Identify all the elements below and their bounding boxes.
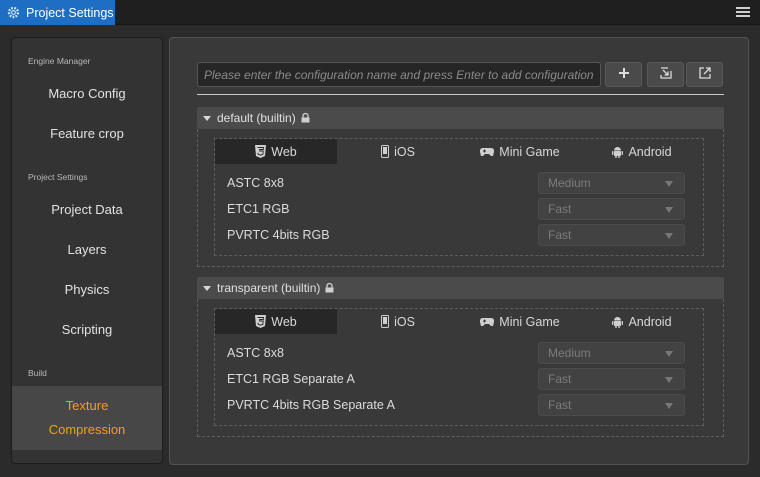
caret-down-icon (203, 115, 211, 121)
toolbar-divider (197, 94, 724, 95)
plus-icon (618, 66, 630, 84)
phone-icon (381, 315, 390, 328)
section-project-settings: Project Settings (28, 172, 88, 182)
format-row: ASTC 8x8 Medium (215, 170, 703, 196)
export-icon (698, 66, 711, 84)
tab-web[interactable]: Web (215, 309, 337, 334)
sidebar-item-macro-config[interactable]: Macro Config (12, 73, 162, 113)
dropdown-arrow-icon (665, 403, 673, 409)
section-engine-manager: Engine Manager (28, 56, 91, 66)
title-bar: Project Settings (0, 0, 760, 25)
settings-sidebar: Engine Manager Macro Config Feature crop… (11, 37, 163, 464)
tab-mini-game[interactable]: Mini Game (459, 309, 581, 334)
quality-value: Medium (548, 176, 591, 190)
quality-value: Fast (548, 202, 572, 216)
config-name-input[interactable] (197, 62, 601, 87)
tab-android[interactable]: Android (581, 309, 703, 334)
import-config-button[interactable] (647, 62, 684, 87)
format-row: ETC1 RGB Separate A Fast (215, 366, 703, 392)
group-body-transparent: Web iOS Mini Game Android ASTC 8x8 Mediu… (197, 299, 724, 437)
group-title: default (builtin) (217, 111, 296, 125)
dropdown-arrow-icon (665, 233, 673, 239)
format-row: ASTC 8x8 Medium (215, 340, 703, 366)
group-body-default: Web iOS Mini Game Android ASTC 8x8 Mediu… (197, 129, 724, 267)
sidebar-item-label-line2: Compression (48, 422, 126, 437)
format-label: PVRTC 4bits RGB (227, 228, 330, 242)
export-config-button[interactable] (686, 62, 723, 87)
tab-ios[interactable]: iOS (337, 309, 459, 334)
texture-compression-panel: default (builtin) Web iOS Mini Game (169, 37, 749, 465)
platform-tabs: Web iOS Mini Game Android (215, 139, 703, 164)
format-label: ETC1 RGB Separate A (227, 372, 355, 386)
sidebar-item-feature-crop[interactable]: Feature crop (12, 113, 162, 153)
quality-value: Fast (548, 228, 572, 242)
platform-settings: Web iOS Mini Game Android ASTC 8x8 Mediu… (214, 308, 704, 426)
section-build: Build (28, 368, 47, 378)
format-label: ETC1 RGB (227, 202, 290, 216)
format-row: PVRTC 4bits RGB Separate A Fast (215, 392, 703, 418)
quality-value: Fast (548, 372, 572, 386)
dropdown-arrow-icon (665, 351, 673, 357)
group-header-default[interactable]: default (builtin) (197, 107, 724, 129)
dropdown-arrow-icon (665, 181, 673, 187)
sidebar-item-physics[interactable]: Physics (12, 269, 162, 309)
html5-icon (255, 315, 267, 328)
tab-android[interactable]: Android (581, 139, 703, 164)
lock-icon (301, 113, 310, 123)
tab-label: Mini Game (499, 144, 560, 159)
sidebar-item-label-line1: Texture (65, 398, 109, 413)
quality-select[interactable]: Fast (538, 198, 685, 220)
tab-ios[interactable]: iOS (337, 139, 459, 164)
dropdown-arrow-icon (665, 377, 673, 383)
dropdown-arrow-icon (665, 207, 673, 213)
quality-value: Medium (548, 346, 591, 360)
gamepad-icon (480, 147, 495, 157)
tab-label: Android (628, 144, 672, 159)
format-row: PVRTC 4bits RGB Fast (215, 222, 703, 248)
android-icon (612, 316, 624, 328)
android-icon (612, 146, 624, 158)
quality-select[interactable]: Medium (538, 172, 685, 194)
sidebar-item-layers[interactable]: Layers (12, 229, 162, 269)
format-label: ASTC 8x8 (227, 176, 284, 190)
quality-select[interactable]: Fast (538, 368, 685, 390)
group-title: transparent (builtin) (217, 281, 321, 295)
platform-tabs: Web iOS Mini Game Android (215, 309, 703, 334)
tab-mini-game[interactable]: Mini Game (459, 139, 581, 164)
quality-select[interactable]: Fast (538, 394, 685, 416)
project-settings-tab[interactable]: Project Settings (0, 0, 115, 25)
lock-icon (325, 283, 334, 293)
gear-icon (7, 6, 20, 19)
import-icon (659, 66, 672, 84)
gamepad-icon (480, 317, 495, 327)
hamburger-menu-icon[interactable] (736, 5, 750, 19)
tab-label: Web (271, 144, 297, 159)
tab-label: Mini Game (499, 314, 560, 329)
window-title: Project Settings (26, 5, 114, 20)
platform-settings: Web iOS Mini Game Android ASTC 8x8 Mediu… (214, 138, 704, 256)
quality-select[interactable]: Fast (538, 224, 685, 246)
tab-label: iOS (394, 314, 415, 329)
group-header-transparent[interactable]: transparent (builtin) (197, 277, 724, 299)
sidebar-item-project-data[interactable]: Project Data (12, 189, 162, 229)
caret-down-icon (203, 285, 211, 291)
tab-label: Web (271, 314, 297, 329)
phone-icon (381, 145, 390, 158)
tab-label: iOS (394, 144, 415, 159)
add-config-button[interactable] (605, 62, 642, 87)
format-row: ETC1 RGB Fast (215, 196, 703, 222)
format-label: PVRTC 4bits RGB Separate A (227, 398, 395, 412)
tab-web[interactable]: Web (215, 139, 337, 164)
tab-label: Android (628, 314, 672, 329)
html5-icon (255, 145, 267, 158)
sidebar-item-scripting[interactable]: Scripting (12, 309, 162, 349)
sidebar-item-texture-compression[interactable]: Texture Compression (12, 386, 162, 450)
quality-value: Fast (548, 398, 572, 412)
quality-select[interactable]: Medium (538, 342, 685, 364)
format-label: ASTC 8x8 (227, 346, 284, 360)
